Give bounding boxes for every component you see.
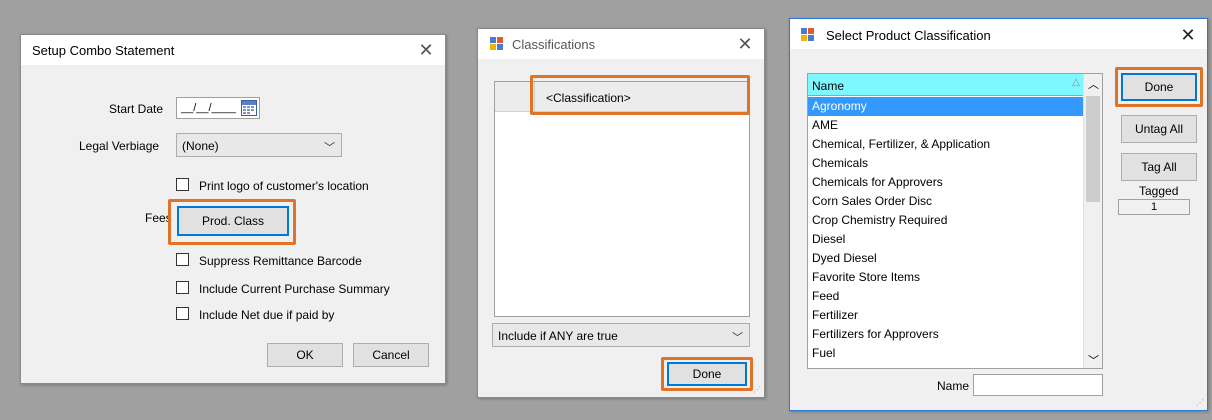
legal-verbiage-value: (None) <box>182 139 219 153</box>
window-title: Setup Combo Statement <box>32 43 175 58</box>
include-condition-value: Include if ANY are true <box>498 329 618 343</box>
scroll-down-icon[interactable]: ﹀ <box>1088 352 1099 368</box>
chevron-down-icon: ﹀ <box>732 332 743 344</box>
legal-verbiage-select[interactable]: (None) ﹀ <box>176 133 342 157</box>
include-condition-select[interactable]: Include if ANY are true ﹀ <box>492 323 750 347</box>
list-item[interactable]: AME <box>808 116 1084 135</box>
list-item[interactable]: Fuel <box>808 344 1084 363</box>
app-icon <box>801 28 815 42</box>
suppress-remittance-checkbox[interactable] <box>176 253 189 266</box>
tagged-label: Tagged <box>1139 184 1179 198</box>
ok-button[interactable]: OK <box>267 343 343 367</box>
list-item[interactable]: Agronomy <box>808 97 1084 116</box>
product-class-list[interactable]: Name △ Agronomy AME Chemical, Fertilizer, … <box>807 73 1103 369</box>
print-logo-checkbox[interactable] <box>176 178 189 191</box>
list-item[interactable]: Chemicals for Approvers <box>808 173 1084 192</box>
done-button[interactable]: Done <box>1121 73 1197 101</box>
sort-triangle-icon: △ <box>1072 77 1080 88</box>
select-product-classification-window: Select Product Classification ✕ Name △ A… <box>789 18 1208 411</box>
setup-combo-statement-window: Setup Combo Statement ✕ Start Date __/__… <box>20 34 446 384</box>
close-icon[interactable]: ✕ <box>415 39 437 61</box>
list-item[interactable]: Crop Chemistry Required <box>808 211 1084 230</box>
untag-all-button[interactable]: Untag All <box>1121 115 1197 143</box>
resize-grip-icon[interactable]: ⋰ <box>1196 398 1204 407</box>
start-date-label: Start Date <box>109 102 164 116</box>
calendar-icon[interactable] <box>241 100 257 116</box>
close-icon[interactable]: ✕ <box>734 33 756 55</box>
suppress-remittance-label: Suppress Remittance Barcode <box>199 254 362 268</box>
name-filter-input[interactable] <box>973 374 1103 396</box>
list-item[interactable]: Diesel <box>808 230 1084 249</box>
list-item[interactable]: Corn Sales Order Disc <box>808 192 1084 211</box>
include-net-checkbox[interactable] <box>176 307 189 320</box>
start-date-value: __/__/____ <box>181 102 237 114</box>
name-column-header[interactable]: Name △ <box>808 74 1084 96</box>
scrollbar-thumb[interactable] <box>1086 96 1100 202</box>
list-item[interactable]: Chemicals <box>808 154 1084 173</box>
chevron-down-icon: ﹀ <box>324 142 335 154</box>
title-bar: Select Product Classification ✕ <box>790 19 1207 49</box>
tag-all-button[interactable]: Tag All <box>1121 153 1197 181</box>
tagged-count: 1 <box>1150 201 1158 213</box>
title-bar: Setup Combo Statement ✕ <box>21 35 445 65</box>
list-items-container: Agronomy AME Chemical, Fertilizer, & Appli… <box>808 97 1084 363</box>
start-date-field[interactable]: __/__/____ <box>176 97 260 119</box>
row-header-cell <box>495 82 535 112</box>
close-icon[interactable]: ✕ <box>1177 24 1199 46</box>
list-item[interactable]: Favorite Store Items <box>808 268 1084 287</box>
list-item[interactable]: Feed <box>808 287 1084 306</box>
include-summary-label: Include Current Purchase Summary <box>199 282 390 296</box>
window-title: Select Product Classification <box>826 28 991 43</box>
resize-grip-icon[interactable]: ⋰ <box>753 385 761 394</box>
list-item[interactable]: Dyed Diesel <box>808 249 1084 268</box>
legal-verbiage-label: Legal Verbiage <box>79 139 160 153</box>
tagged-count-box: 1 <box>1118 199 1190 215</box>
classification-header-highlight <box>530 75 750 115</box>
include-summary-checkbox[interactable] <box>176 281 189 294</box>
classification-grid[interactable]: <Classification> <box>494 81 750 317</box>
include-net-label: Include Net due if paid by <box>199 308 335 322</box>
app-icon <box>490 37 504 51</box>
name-filter-label: Name <box>937 379 970 393</box>
prod-class-button[interactable]: Prod. Class <box>177 206 289 236</box>
cancel-button[interactable]: Cancel <box>353 343 429 367</box>
print-logo-label: Print logo of customer's location <box>199 179 369 193</box>
scroll-up-icon[interactable]: ︿ <box>1088 76 1099 92</box>
list-item[interactable]: Fertilizers for Approvers <box>808 325 1084 344</box>
done-button[interactable]: Done <box>667 362 747 386</box>
classifications-window: Classifications ✕ <Classification> Inclu… <box>477 28 765 398</box>
vertical-scrollbar[interactable]: ︿ ﹀ <box>1083 74 1102 368</box>
title-bar: Classifications ✕ <box>478 29 764 59</box>
list-item[interactable]: Chemical, Fertilizer, & Application <box>808 135 1084 154</box>
name-column-label: Name <box>812 79 845 93</box>
list-item[interactable]: Fertilizer <box>808 306 1084 325</box>
window-title: Classifications <box>512 37 596 52</box>
